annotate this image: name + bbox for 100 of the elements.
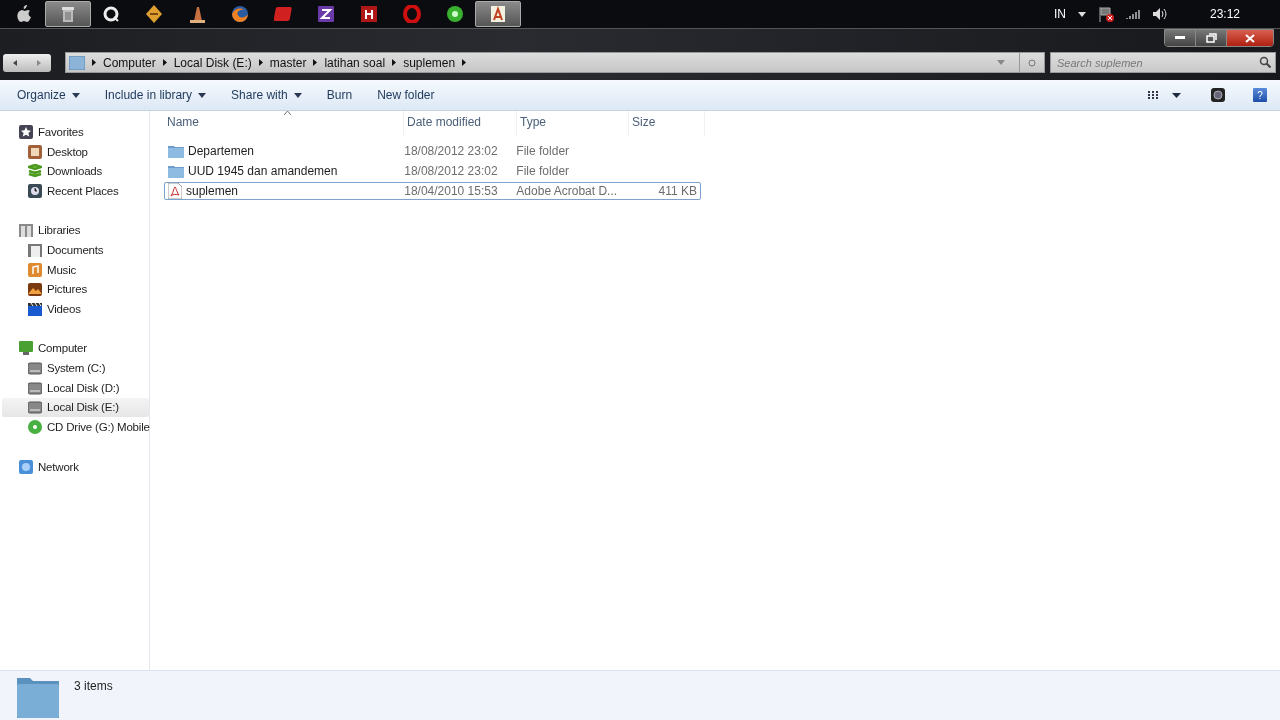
desktop-icon <box>28 144 42 159</box>
file-type: File folder <box>516 164 570 178</box>
sidebar-item[interactable]: Desktop <box>0 141 149 162</box>
file-type: Adobe Acrobat D... <box>516 184 618 198</box>
flag-icon[interactable] <box>1097 6 1114 22</box>
item-label: Libraries <box>38 224 81 237</box>
item-label: Favorites <box>38 125 84 138</box>
file-date: 18/04/2010 15:53 <box>404 184 498 198</box>
clock[interactable]: 23:12 <box>1209 7 1240 21</box>
sidebar-item[interactable]: Music <box>0 259 149 280</box>
sidebar-item[interactable]: Libraries <box>0 220 149 241</box>
close-button[interactable] <box>1227 30 1273 46</box>
item-label: Network <box>38 460 79 473</box>
toolbar-button[interactable]: Include in library <box>96 84 215 106</box>
sidebar-item[interactable]: Videos <box>0 299 149 319</box>
forward-arrow-icon <box>37 59 41 66</box>
breadcrumb[interactable]: suplemen <box>403 55 456 70</box>
item-label: Documents <box>47 243 104 256</box>
star-icon <box>19 124 33 139</box>
document-icon <box>28 242 42 257</box>
search-icon <box>1259 56 1271 68</box>
sidebar-item[interactable]: Documents <box>0 240 149 260</box>
column-header[interactable]: Size <box>629 111 705 136</box>
pdf-file-icon <box>168 183 182 199</box>
file-row[interactable]: UUD 1945 dan amandemen 18/08/2012 23:02 File folder <box>164 162 701 180</box>
sidebar-item[interactable]: Network <box>0 456 149 477</box>
folder-icon <box>168 164 184 178</box>
taskbar-button[interactable] <box>475 1 521 27</box>
search-field[interactable]: Search suplemen <box>1050 52 1276 73</box>
z-tile-icon <box>317 5 335 23</box>
clapperboard-icon <box>28 302 42 317</box>
item-label: Computer <box>38 342 87 355</box>
item-label: System (C:) <box>47 362 106 375</box>
sidebar-item[interactable]: Computer <box>0 338 149 359</box>
h-tile-icon <box>360 5 378 23</box>
breadcrumb[interactable]: Local Disk (E:) <box>173 55 252 70</box>
file-name: UUD 1945 dan amandemen <box>188 164 338 178</box>
address-bar[interactable]: Computer Local Disk (E:) master latihan soal suplemen <box>65 52 1045 73</box>
chevron-icon <box>162 59 167 66</box>
minimize-button[interactable] <box>1165 30 1196 46</box>
item-label: Videos <box>47 303 81 316</box>
sidebar-item[interactable]: CD Drive (G:) Mobile <box>0 417 149 437</box>
minimize-icon <box>1175 36 1185 40</box>
file-name: Departemen <box>188 144 255 158</box>
chevron-icon <box>392 59 397 66</box>
sidebar-item[interactable]: Pictures <box>0 279 149 300</box>
caret-icon[interactable] <box>1077 11 1086 17</box>
sidebar-item[interactable]: Recent Places <box>0 181 149 201</box>
speaker-icon[interactable] <box>1151 7 1168 21</box>
sidebar-item[interactable]: Local Disk (D:) <box>0 377 149 398</box>
signal-icon[interactable] <box>1125 9 1140 19</box>
cabinet-icon <box>19 223 33 238</box>
breadcrumb[interactable]: Computer <box>103 55 156 70</box>
back-arrow-icon <box>13 59 17 66</box>
caret-icon <box>293 92 302 98</box>
toolbar-button[interactable]: New folder <box>369 84 443 106</box>
file-row[interactable]: suplemen 18/04/2010 15:53 Adobe Acrobat D... 411 KB <box>164 182 701 200</box>
file-date: 18/08/2012 23:02 <box>404 164 498 178</box>
slanted-tile-icon <box>274 5 292 23</box>
drive-icon <box>28 400 42 415</box>
drive-icon <box>28 380 42 395</box>
sidebar-item[interactable]: Local Disk (E:) <box>2 397 149 418</box>
file-name: suplemen <box>186 184 239 198</box>
globe-icon <box>231 5 249 23</box>
toolbar-button[interactable]: Organize <box>9 84 88 106</box>
file-row[interactable]: Departemen 18/08/2012 23:02 File folder <box>164 142 701 160</box>
restore-button[interactable] <box>1196 30 1227 46</box>
column-header[interactable]: Name <box>164 111 404 136</box>
chevron-icon <box>313 59 318 66</box>
chevron-icon <box>462 59 467 66</box>
language-indicator[interactable]: IN <box>1053 7 1066 21</box>
toolbar-button[interactable]: Burn <box>318 84 361 106</box>
folder-icon <box>17 675 59 718</box>
column-header[interactable]: Date modified <box>404 111 517 136</box>
trash-icon <box>59 5 77 23</box>
sidebar-item[interactable]: Downloads <box>0 161 149 182</box>
preview-pane-icon[interactable] <box>1211 88 1225 102</box>
item-label: Music <box>47 263 77 276</box>
picture-icon <box>28 282 42 297</box>
column-header[interactable]: Type <box>517 111 629 136</box>
caret-icon[interactable] <box>1172 92 1181 98</box>
toolbar-button[interactable]: Share with <box>223 84 310 106</box>
breadcrumb[interactable]: master <box>269 55 307 70</box>
music-note-icon <box>28 262 42 277</box>
view-grid-icon[interactable] <box>1148 90 1158 100</box>
file-size: 411 KB <box>658 184 697 198</box>
chevron-icon <box>258 59 263 66</box>
back-forward-buttons[interactable] <box>3 53 51 72</box>
monitor-icon <box>19 341 33 356</box>
close-icon <box>1245 33 1255 43</box>
diamond-icon <box>145 5 163 23</box>
breadcrumb[interactable]: latihan soal <box>324 55 386 70</box>
caret-icon <box>71 92 80 98</box>
sidebar-item[interactable]: System (C:) <box>0 358 149 378</box>
file-date: 18/08/2012 23:02 <box>404 144 498 158</box>
sidebar-item[interactable]: Favorites <box>0 122 149 142</box>
help-button[interactable]: ? <box>1253 88 1267 102</box>
item-count: 3 items <box>74 679 113 693</box>
folder-icon <box>168 144 184 158</box>
restore-icon <box>1205 33 1217 43</box>
